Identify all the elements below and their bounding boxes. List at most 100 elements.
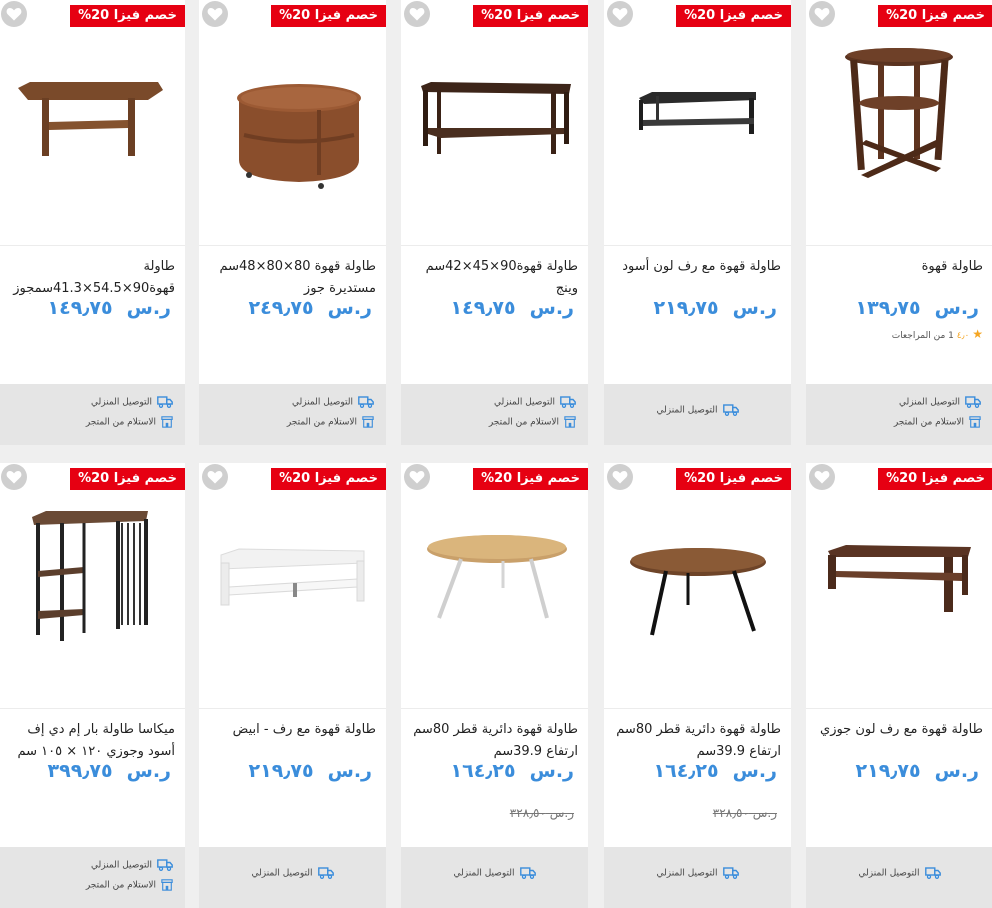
divider bbox=[199, 708, 386, 709]
product-title[interactable]: طاولة قهوة دائرية قطر 80سم ارتفاع 39.9سم bbox=[616, 719, 781, 763]
product-price: ر.س٢١٩٫٧٥ bbox=[653, 297, 777, 319]
truck-icon bbox=[723, 404, 739, 416]
product-price: ر.س١٣٩٫٧٥ bbox=[855, 297, 979, 319]
walnut-coffee-table-image bbox=[18, 82, 163, 156]
divider bbox=[0, 245, 185, 246]
wishlist-heart-icon[interactable] bbox=[202, 1, 228, 27]
product-rating[interactable]: ★ ٤٫٠ 1 من المراجعات bbox=[892, 327, 983, 341]
fulfillment-options: التوصيل المنزلي bbox=[806, 847, 992, 908]
divider bbox=[806, 245, 992, 246]
product-image[interactable] bbox=[0, 463, 185, 708]
wishlist-heart-icon[interactable] bbox=[404, 1, 430, 27]
store-icon bbox=[161, 416, 173, 428]
home-delivery-option: التوصيل المنزلي bbox=[656, 867, 738, 879]
truck-icon bbox=[965, 396, 981, 408]
wishlist-heart-icon[interactable] bbox=[1, 464, 27, 490]
wishlist-heart-icon[interactable] bbox=[1, 1, 27, 27]
home-delivery-option: التوصيل المنزلي bbox=[91, 859, 173, 871]
product-card[interactable]: خصم فيزا 20% طاولة قهوة مع رف لون أسود ر… bbox=[604, 0, 791, 445]
product-card[interactable]: خصم فيزا 20% طاولة قهوة90×54.5×41.3سمجوز… bbox=[0, 0, 185, 445]
product-image[interactable] bbox=[401, 463, 588, 708]
product-image[interactable] bbox=[199, 0, 386, 245]
store-pickup-option: الاستلام من المتجر bbox=[86, 416, 173, 428]
product-title[interactable]: طاولة قهوة90×54.5×41.3سمجوز bbox=[10, 256, 175, 300]
walnut-shelf-table-image bbox=[828, 545, 971, 612]
product-image[interactable] bbox=[604, 463, 791, 708]
product-price: ر.س٣٩٩٫٧٥ bbox=[47, 760, 171, 782]
product-image[interactable] bbox=[401, 0, 588, 245]
round-dark-table-image bbox=[630, 548, 766, 636]
fulfillment-options: التوصيل المنزلي الاستلام من المتجر bbox=[401, 384, 588, 445]
round-light-wood-table-image bbox=[427, 535, 567, 619]
visa-discount-badge: خصم فيزا 20% bbox=[676, 468, 791, 490]
product-price: ر.س٢١٩٫٧٥ bbox=[248, 760, 372, 782]
product-card[interactable]: خصم فيزا 20% طاولة قهوة دائرية قطر 80سم … bbox=[401, 463, 588, 908]
wishlist-heart-icon[interactable] bbox=[607, 1, 633, 27]
product-title[interactable]: طاولة قهوة bbox=[818, 256, 983, 278]
product-image[interactable] bbox=[806, 463, 992, 708]
home-delivery-option: التوصيل المنزلي bbox=[858, 867, 940, 879]
truck-icon bbox=[560, 396, 576, 408]
divider bbox=[0, 708, 185, 709]
wishlist-heart-icon[interactable] bbox=[809, 464, 835, 490]
original-price: ر.س ٣٢٨٫٥٠ bbox=[712, 806, 777, 820]
product-card[interactable]: خصم فيزا 20% طاولة قهوة ر.س١٣٩٫٧٥ ★ ٤٫٠ … bbox=[806, 0, 992, 445]
product-card[interactable]: خصم فيزا 20% طاولة قهوة مع رف لون جوزي ر… bbox=[806, 463, 992, 908]
home-delivery-option: التوصيل المنزلي bbox=[656, 404, 738, 416]
fulfillment-options: التوصيل المنزلي bbox=[604, 847, 791, 908]
store-pickup-option: الاستلام من المتجر bbox=[287, 416, 374, 428]
product-image[interactable] bbox=[806, 0, 992, 245]
fulfillment-options: التوصيل المنزلي الاستلام من المتجر bbox=[806, 384, 992, 445]
product-title[interactable]: طاولة قهوة 80×80×48سم مستديرة جوز bbox=[211, 256, 376, 300]
product-price: ر.س١٤٩٫٧٥ bbox=[450, 297, 574, 319]
divider bbox=[199, 245, 386, 246]
fulfillment-options: التوصيل المنزلي bbox=[604, 384, 791, 445]
truck-icon bbox=[157, 859, 173, 871]
visa-discount-badge: خصم فيزا 20% bbox=[271, 5, 386, 27]
product-title[interactable]: ميكاسا طاولة بار إم دي إف أسود وجوزي ١٢٠… bbox=[10, 719, 175, 763]
store-icon bbox=[969, 416, 981, 428]
product-card[interactable]: خصم فيزا 20% طاولة قهوة 80×80×48سم مستدي… bbox=[199, 0, 386, 445]
product-card[interactable]: خصم فيزا 20% طاولة قهوة مع رف - ابيض ر.س… bbox=[199, 463, 386, 908]
store-icon bbox=[161, 879, 173, 891]
truck-icon bbox=[318, 867, 334, 879]
product-title[interactable]: طاولة قهوة مع رف لون جوزي bbox=[818, 719, 983, 741]
wishlist-heart-icon[interactable] bbox=[404, 464, 430, 490]
product-image[interactable] bbox=[199, 463, 386, 708]
product-card[interactable]: خصم فيزا 20% طاولة قهوة دائرية قطر 80سم … bbox=[604, 463, 791, 908]
product-title[interactable]: طاولة قهوة مع رف لون أسود bbox=[616, 256, 781, 278]
truck-icon bbox=[520, 867, 536, 879]
home-delivery-option: التوصيل المنزلي bbox=[91, 396, 173, 408]
truck-icon bbox=[157, 396, 173, 408]
star-icon: ★ bbox=[972, 327, 983, 341]
wishlist-heart-icon[interactable] bbox=[202, 464, 228, 490]
store-pickup-option: الاستلام من المتجر bbox=[86, 879, 173, 891]
product-image[interactable] bbox=[0, 0, 185, 245]
fulfillment-options: التوصيل المنزلي الاستلام من المتجر bbox=[0, 384, 185, 445]
product-title[interactable]: طاولة قهوة مع رف - ابيض bbox=[211, 719, 376, 741]
product-image[interactable] bbox=[604, 0, 791, 245]
product-card[interactable]: خصم فيزا 20% ميكاسا طاولة بار إم دي إف أ… bbox=[0, 463, 185, 908]
visa-discount-badge: خصم فيزا 20% bbox=[878, 5, 992, 27]
round-coffee-table-image bbox=[845, 48, 953, 178]
product-title[interactable]: طاولة قهوة90×45×42سم وينج bbox=[413, 256, 578, 300]
product-title[interactable]: طاولة قهوة دائرية قطر 80سم ارتفاع 39.9سم bbox=[413, 719, 578, 763]
fulfillment-options: التوصيل المنزلي bbox=[199, 847, 386, 908]
visa-discount-badge: خصم فيزا 20% bbox=[70, 5, 185, 27]
home-delivery-option: التوصيل المنزلي bbox=[899, 396, 981, 408]
store-pickup-option: الاستلام من المتجر bbox=[489, 416, 576, 428]
wishlist-heart-icon[interactable] bbox=[809, 1, 835, 27]
fulfillment-options: التوصيل المنزلي الاستلام من المتجر bbox=[0, 847, 185, 908]
fulfillment-options: التوصيل المنزلي bbox=[401, 847, 588, 908]
store-icon bbox=[564, 416, 576, 428]
round-walnut-table-image bbox=[237, 84, 361, 189]
visa-discount-badge: خصم فيزا 20% bbox=[473, 5, 588, 27]
divider bbox=[604, 245, 791, 246]
visa-discount-badge: خصم فيزا 20% bbox=[70, 468, 185, 490]
wishlist-heart-icon[interactable] bbox=[607, 464, 633, 490]
divider bbox=[806, 708, 992, 709]
product-card[interactable]: خصم فيزا 20% طاولة قهوة90×45×42سم وينج ر… bbox=[401, 0, 588, 445]
truck-icon bbox=[358, 396, 374, 408]
product-price: ر.س١٦٤٫٢٥ bbox=[450, 760, 574, 782]
truck-icon bbox=[723, 867, 739, 879]
